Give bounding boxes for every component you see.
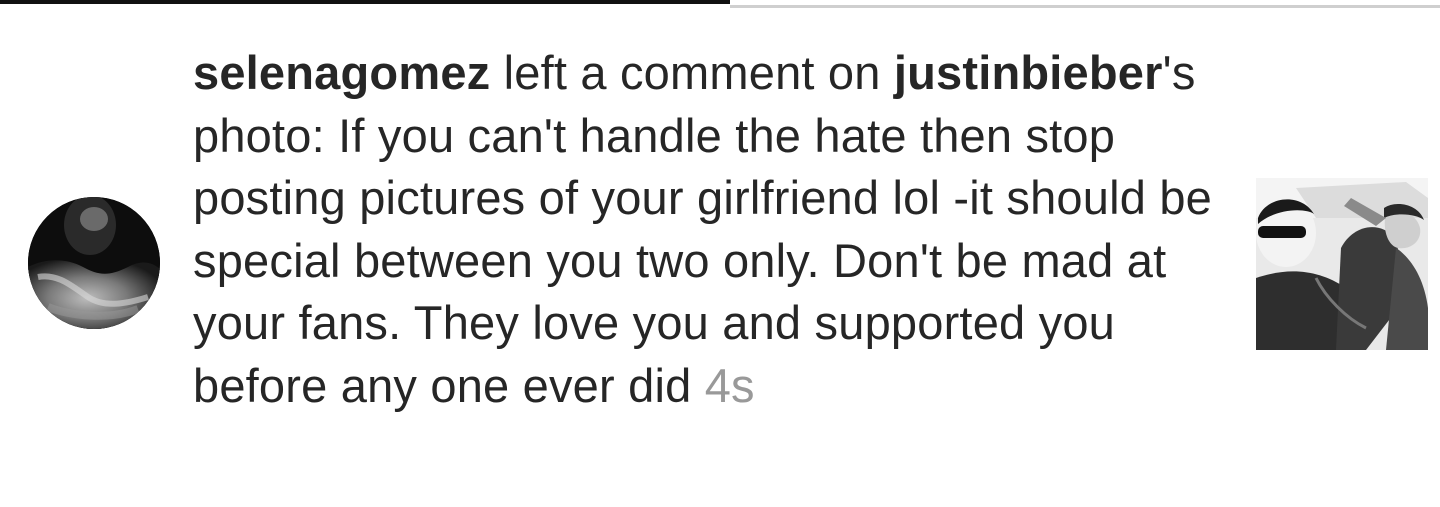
- avatar-image: [28, 197, 160, 329]
- tab-indicator-bar: [0, 0, 1440, 8]
- action-text: left a comment on: [490, 46, 894, 99]
- thumbnail-image: [1256, 178, 1428, 350]
- actor-username[interactable]: selenagomez: [193, 46, 490, 99]
- target-username[interactable]: justinbieber: [894, 46, 1163, 99]
- tab-you-indicator[interactable]: [730, 5, 1440, 8]
- tab-following-indicator[interactable]: [0, 0, 730, 4]
- comment-text: If you can't handle the hate then stop p…: [193, 108, 1213, 412]
- timestamp: 4s: [704, 358, 755, 412]
- notification-text[interactable]: selenagomez left a comment on justinbieb…: [193, 42, 1223, 417]
- profile-avatar[interactable]: [28, 197, 160, 329]
- post-thumbnail[interactable]: [1256, 178, 1428, 350]
